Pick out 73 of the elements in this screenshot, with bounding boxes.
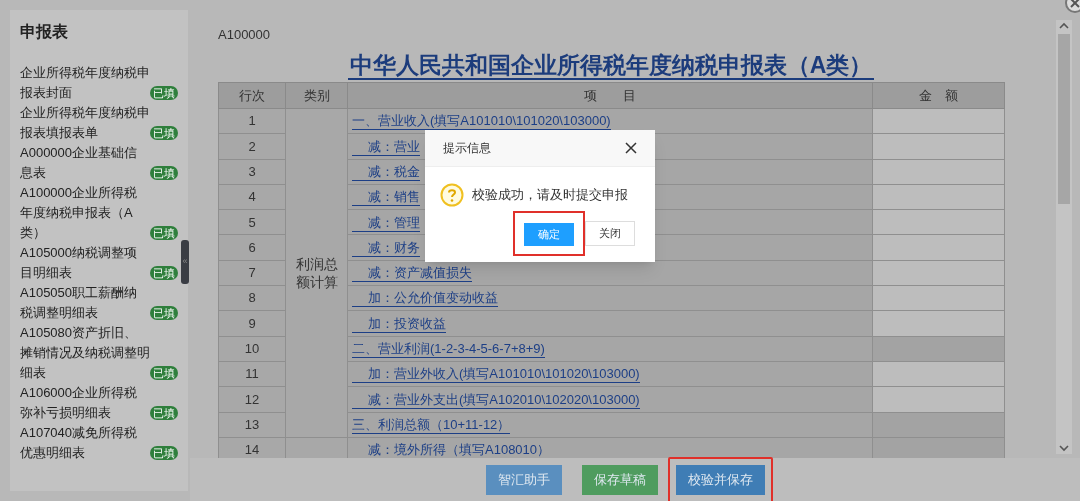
category-label: 利润总额计算 (294, 254, 339, 291)
amount-field[interactable] (872, 133, 1005, 160)
collapse-handle[interactable]: « (181, 240, 189, 284)
item-link[interactable]: 减：销售 (352, 189, 420, 207)
amount-field[interactable] (872, 108, 1005, 134)
sidebar-item[interactable]: 企业所得税年度纳税申报表填报表单 (20, 103, 150, 143)
table-cell: 12 (218, 386, 286, 413)
status-badge: 已填 (150, 366, 178, 380)
table-cell: 13 (218, 412, 286, 438)
table-cell: 3 (218, 159, 286, 185)
amount-field[interactable] (872, 159, 1005, 185)
scrollbar[interactable] (1056, 20, 1072, 454)
draft-button[interactable]: 保存草稿 (582, 464, 658, 495)
amount-field[interactable] (872, 361, 1005, 387)
column-header: 类别 (285, 82, 348, 109)
table-cell: 9 (218, 310, 286, 337)
table-cell: 11 (218, 361, 286, 387)
status-badge: 已填 (150, 226, 178, 240)
sidebar-item[interactable]: A107040减免所得税优惠明细表 (20, 423, 150, 463)
sidebar-item[interactable]: 企业所得税年度纳税申报表封面 (20, 63, 150, 103)
status-badge: 已填 (150, 166, 178, 180)
table-cell: 14 (218, 437, 286, 458)
table-cell: 4 (218, 184, 286, 210)
amount-field[interactable] (872, 285, 1005, 311)
table-cell: 2 (218, 133, 286, 160)
status-badge: 已填 (150, 126, 178, 140)
amount-field[interactable] (872, 310, 1005, 337)
column-header: 行次 (218, 82, 286, 109)
close-icon[interactable] (625, 142, 637, 154)
sidebar-item[interactable]: A105050职工薪酬纳税调整明细表 (20, 283, 150, 323)
table-cell: 10 (218, 336, 286, 362)
confirm-button[interactable]: 确定 (524, 222, 574, 246)
item-link[interactable]: 减：管理 (352, 214, 420, 232)
sidebar-title: 申报表 (20, 22, 68, 42)
amount-field[interactable] (872, 260, 1005, 286)
amount-field[interactable] (872, 235, 1005, 261)
dialog-title: 提示信息 (443, 140, 491, 157)
close-button[interactable]: 关闭 (585, 221, 635, 246)
sidebar-item[interactable]: A100000企业所得税年度纳税申报表（A类） (20, 183, 150, 243)
amount-field[interactable] (872, 209, 1005, 235)
scroll-up-icon[interactable] (1059, 22, 1069, 30)
item-link[interactable]: 减：财务 (352, 239, 420, 257)
column-header: 项 目 (347, 82, 873, 109)
item-link[interactable]: 减：资产减值损失 (352, 265, 472, 283)
scroll-down-icon[interactable] (1059, 444, 1069, 452)
sidebar-item[interactable]: A106000企业所得税弥补亏损明细表 (20, 383, 150, 423)
table-cell: 6 (218, 235, 286, 261)
item-link[interactable]: 减：营业 (352, 138, 420, 156)
status-badge: 已填 (150, 86, 178, 100)
form-title: 中华人民共和国企业所得税年度纳税申报表（A类） (347, 52, 875, 80)
sidebar-item[interactable]: A105080资产折旧、摊销情况及纳税调整明细表 (20, 323, 150, 383)
status-badge: 已填 (150, 306, 178, 320)
status-badge: 已填 (150, 406, 178, 420)
table-cell: 8 (218, 285, 286, 311)
question-icon (440, 183, 464, 207)
status-badge: 已填 (150, 446, 178, 460)
column-header: 金 额 (872, 82, 1005, 109)
item-link[interactable]: 加：公允价值变动收益 (352, 290, 498, 308)
scrollbar-thumb[interactable] (1058, 34, 1070, 204)
item-link[interactable]: 加：投资收益 (352, 315, 446, 333)
table-cell: 5 (218, 209, 286, 235)
dialog-message: 校验成功，请及时提交申报 (472, 186, 628, 205)
form-code: A100000 (218, 26, 271, 44)
sidebar-item[interactable]: A000000企业基础信息表 (20, 143, 150, 183)
item-link[interactable]: 减：税金 (352, 164, 420, 181)
sidebar-item[interactable]: A105000纳税调整项目明细表 (20, 243, 150, 283)
table-cell: 7 (218, 260, 286, 286)
assist-button[interactable]: 智汇助手 (486, 464, 562, 495)
table-cell: 1 (218, 108, 286, 134)
status-badge: 已填 (150, 266, 178, 280)
verify-button[interactable]: 校验并保存 (676, 464, 765, 495)
amount-field[interactable] (872, 184, 1005, 210)
amount-field[interactable] (872, 386, 1005, 413)
